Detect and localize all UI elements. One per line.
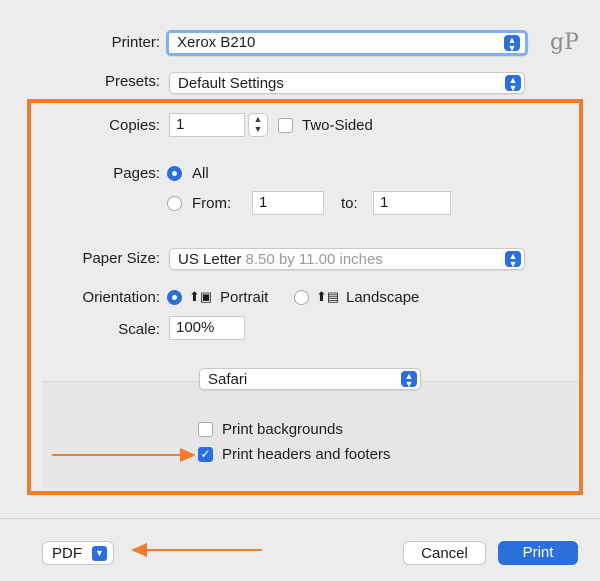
- chevron-down-icon: ▼: [92, 546, 107, 561]
- pdf-label: PDF: [52, 545, 82, 562]
- footer-separator: [0, 518, 600, 519]
- paper-size-popup[interactable]: US Letter 8.50 by 11.00 inches ▲ ▼: [169, 248, 525, 270]
- portrait-radio[interactable]: [167, 290, 182, 305]
- print-headers-label: Print headers and footers: [222, 446, 391, 463]
- portrait-label: Portrait: [220, 289, 269, 306]
- print-dialog: gP Printer: Xerox B210 ▲ ▼ Presets: Defau…: [0, 0, 600, 581]
- copies-stepper[interactable]: ▲ ▼: [248, 113, 268, 137]
- cancel-button[interactable]: Cancel: [403, 541, 486, 565]
- print-button[interactable]: Print: [498, 541, 578, 565]
- app-section-value: Safari: [208, 371, 248, 388]
- watermark-logo: gP: [550, 30, 579, 55]
- pages-to-field[interactable]: 1: [373, 191, 451, 215]
- two-sided-checkbox[interactable]: [278, 118, 293, 133]
- pdf-menu-button[interactable]: PDF ▼: [42, 541, 114, 565]
- print-headers-checkbox[interactable]: ✓: [198, 447, 213, 462]
- copies-field[interactable]: 1: [169, 113, 245, 137]
- pages-all-label: All: [192, 165, 209, 182]
- presets-popup[interactable]: Default Settings ▲ ▼: [169, 72, 525, 94]
- pages-to-label: to:: [341, 195, 358, 212]
- pages-label: Pages:: [113, 165, 160, 182]
- scale-label: Scale:: [118, 321, 160, 338]
- scale-field[interactable]: 100%: [169, 316, 245, 340]
- two-sided-label: Two-Sided: [302, 117, 373, 134]
- pages-all-radio[interactable]: [167, 166, 182, 181]
- paper-size-detail: 8.50 by 11.00 inches: [245, 251, 383, 268]
- printer-value: Xerox B210: [177, 34, 256, 51]
- paper-size-label: Paper Size:: [82, 250, 160, 267]
- presets-value: Default Settings: [178, 75, 284, 92]
- pages-from-radio[interactable]: [167, 196, 182, 211]
- app-section-popup[interactable]: Safari ▲ ▼: [199, 368, 421, 390]
- printer-label: Printer:: [111, 34, 160, 51]
- printer-popup[interactable]: Xerox B210 ▲ ▼: [166, 30, 528, 56]
- landscape-label: Landscape: [346, 289, 420, 306]
- chevron-updown-icon: ▲ ▼: [505, 251, 521, 269]
- paper-size-value: US Letter: [178, 251, 242, 268]
- presets-label: Presets:: [104, 73, 160, 90]
- annotation-arrow-line: [52, 454, 182, 456]
- chevron-updown-icon: ▲ ▼: [505, 75, 521, 93]
- annotation-arrow-line-pdf: [145, 549, 262, 551]
- landscape-icon: ⬆▤: [316, 289, 340, 304]
- portrait-icon: ⬆▣: [189, 289, 213, 304]
- print-backgrounds-label: Print backgrounds: [222, 421, 343, 438]
- orientation-label: Orientation:: [82, 289, 160, 306]
- chevron-updown-icon: ▲ ▼: [401, 371, 417, 389]
- pages-from-field[interactable]: 1: [252, 191, 324, 215]
- copies-label: Copies:: [109, 117, 160, 134]
- chevron-updown-icon: ▲ ▼: [504, 35, 520, 53]
- print-backgrounds-checkbox[interactable]: [198, 422, 213, 437]
- pages-from-label: From:: [192, 195, 232, 212]
- annotation-arrowhead: [180, 448, 196, 462]
- landscape-radio[interactable]: [294, 290, 309, 305]
